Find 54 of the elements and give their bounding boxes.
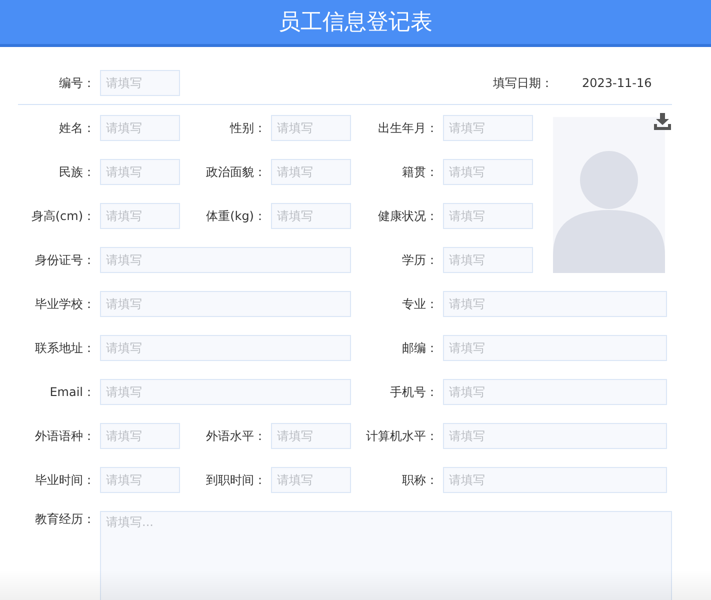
input-field[interactable]: 请填写	[443, 159, 533, 185]
field-label: 民族：	[58, 164, 96, 180]
field-label: 填写日期：	[492, 74, 554, 92]
date-value: 2023-11-16	[582, 76, 653, 90]
input-field[interactable]: 请填写	[443, 115, 533, 141]
download-icon[interactable]	[654, 113, 671, 130]
field-label: 健康状况：	[377, 208, 439, 224]
input-field[interactable]: 请填写	[100, 379, 351, 405]
input-field[interactable]: 请填写	[271, 159, 351, 185]
input-field[interactable]: 请填写	[271, 203, 351, 229]
field-label: 手机号：	[389, 384, 439, 400]
input-field[interactable]: 请填写	[100, 115, 180, 141]
field-label: 编号：	[58, 74, 96, 92]
field-label: 职称：	[401, 472, 439, 488]
field-label: 体重(kg)：	[205, 208, 267, 224]
field-label: Email：	[48, 384, 96, 400]
input-field[interactable]: 请填写	[443, 203, 533, 229]
field-label: 身份证号：	[34, 252, 96, 268]
input-field[interactable]: 请填写	[443, 467, 667, 493]
input-field[interactable]: 请填写	[100, 467, 180, 493]
input-field[interactable]: 请填写	[443, 247, 533, 273]
input-field[interactable]: 请填写	[100, 423, 180, 449]
input-field[interactable]: 请填写	[271, 467, 351, 493]
input-field[interactable]: 请填写	[443, 291, 667, 317]
field-label: 毕业学校：	[34, 296, 96, 312]
field-label: 到职时间：	[205, 472, 267, 488]
field-label: 邮编：	[401, 340, 439, 356]
input-field[interactable]: 请填写	[100, 291, 351, 317]
input-field[interactable]: 请填写	[100, 247, 351, 273]
input-field[interactable]: 请填写	[271, 115, 351, 141]
field-label: 毕业时间：	[34, 472, 96, 488]
input-field[interactable]: 请填写	[443, 423, 667, 449]
input-field[interactable]: 请填写	[100, 203, 180, 229]
input-field[interactable]: 请填写	[100, 70, 180, 96]
field-label: 学历：	[401, 252, 439, 268]
textarea-field[interactable]: 请填写...	[100, 511, 672, 600]
field-label: 身高(cm)：	[30, 208, 96, 224]
field-label: 外语语种：	[34, 428, 96, 444]
field-label: 政治面貌：	[205, 164, 267, 180]
input-field[interactable]: 请填写	[443, 335, 667, 361]
field-label: 出生年月：	[377, 120, 439, 136]
field-label: 教育经历：	[34, 511, 96, 528]
field-label: 联系地址：	[34, 340, 96, 356]
input-field[interactable]: 请填写	[100, 335, 351, 361]
input-field[interactable]: 请填写	[271, 423, 351, 449]
field-label: 计算机水平：	[365, 428, 439, 444]
field-label: 性别：	[228, 120, 267, 136]
field-label: 籍贯：	[401, 164, 439, 180]
field-label: 外语水平：	[205, 428, 267, 444]
input-field[interactable]: 请填写	[100, 159, 180, 185]
field-label: 姓名：	[58, 120, 96, 136]
form-title: 员工信息登记表	[278, 9, 432, 37]
input-field[interactable]: 请填写	[443, 379, 667, 405]
field-label: 专业：	[401, 296, 439, 312]
